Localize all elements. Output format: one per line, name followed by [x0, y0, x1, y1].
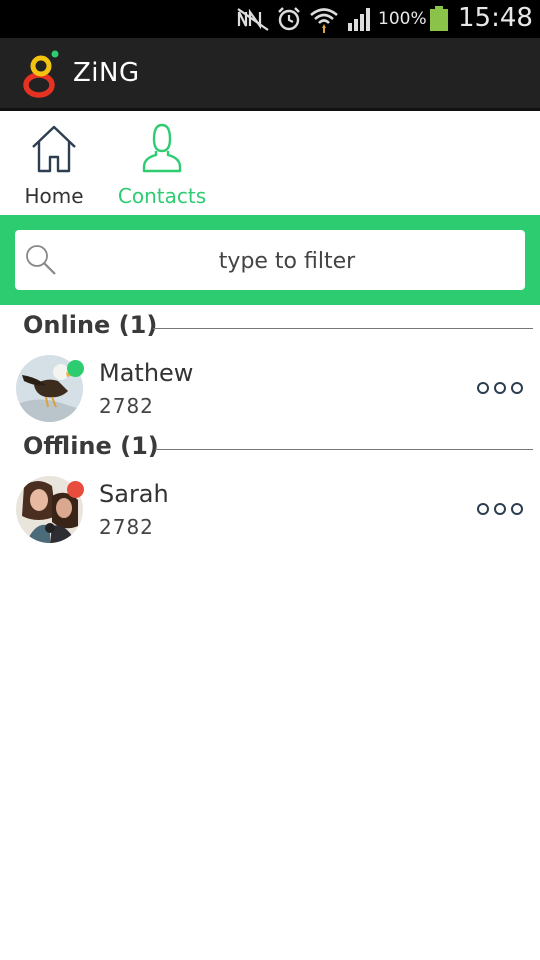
online-status-dot: [67, 360, 84, 377]
tab-bar: Home Contacts: [0, 111, 540, 215]
clock: 15:48: [458, 3, 533, 33]
filter-bar: [0, 215, 540, 305]
section-divider: [153, 328, 533, 329]
contact-item-sarah[interactable]: Sarah 2782: [0, 476, 540, 556]
offline-status-dot: [67, 481, 84, 498]
tab-contacts[interactable]: Contacts: [112, 111, 212, 215]
app-bar: ZiNG: [0, 38, 540, 111]
search-icon: [26, 245, 56, 275]
battery-percent: 100%: [378, 9, 427, 29]
contact-name: Mathew: [99, 359, 194, 387]
contacts-icon: [142, 123, 182, 173]
zing-logo: [23, 50, 59, 98]
online-section-title: Online (1): [23, 311, 158, 339]
online-section-header: Online (1): [23, 307, 533, 347]
alarm-icon: [278, 7, 300, 31]
contact-number: 2782: [99, 515, 154, 539]
wifi-icon: [310, 8, 338, 33]
nfc-icon: [237, 8, 269, 31]
signal-icon: [348, 8, 370, 31]
status-bar: 100% 15:48: [0, 0, 540, 38]
home-icon: [32, 125, 76, 173]
contact-name: Sarah: [99, 480, 169, 508]
tab-home-label: Home: [24, 184, 84, 208]
offline-section-header: Offline (1): [23, 428, 533, 468]
tab-contacts-label: Contacts: [117, 184, 207, 208]
tab-home[interactable]: Home: [14, 111, 94, 215]
contact-number: 2782: [99, 394, 154, 418]
filter-input[interactable]: [65, 230, 509, 292]
app-title: ZiNG: [73, 58, 140, 88]
battery-icon: [430, 6, 448, 31]
offline-section-title: Offline (1): [23, 432, 159, 460]
filter-box: [15, 230, 525, 292]
more-options-icon[interactable]: [476, 379, 524, 397]
section-divider: [155, 449, 533, 450]
contact-item-mathew[interactable]: Mathew 2782: [0, 355, 540, 435]
more-options-icon[interactable]: [476, 500, 524, 518]
